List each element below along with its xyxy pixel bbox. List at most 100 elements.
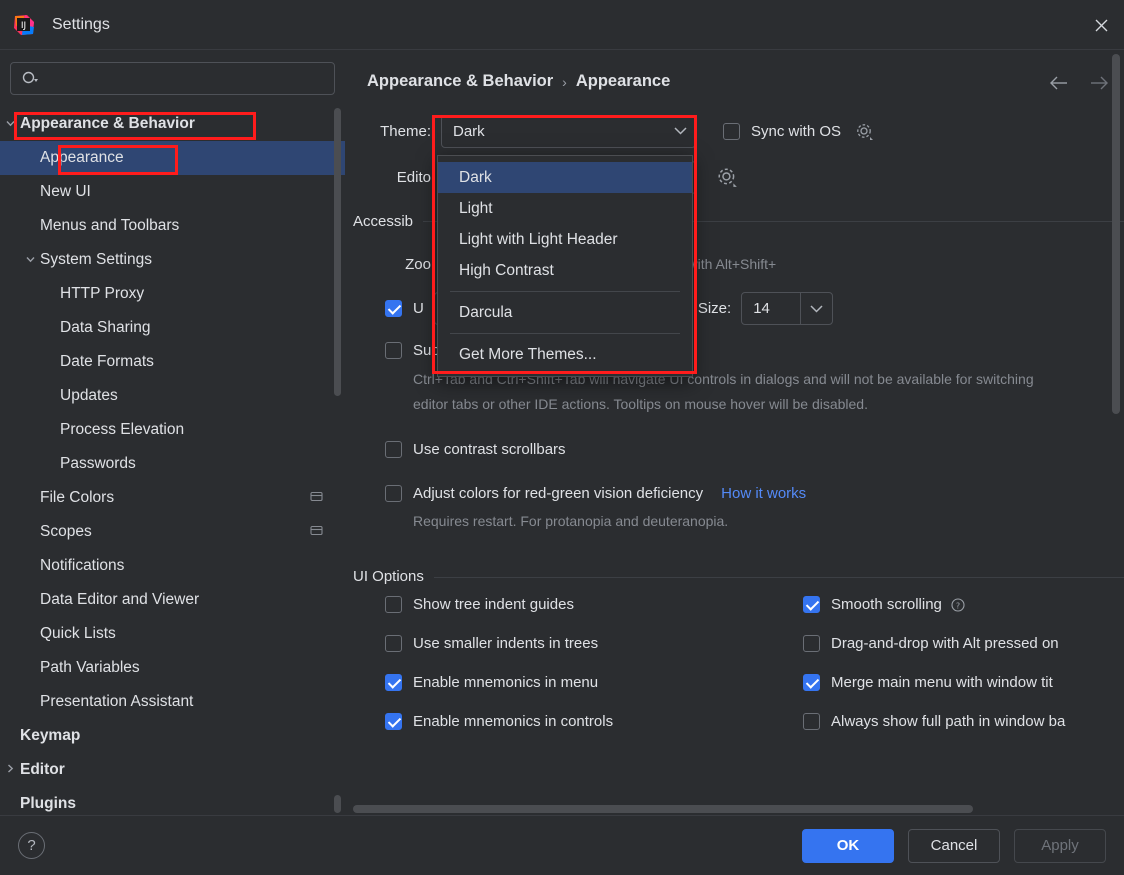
ui-option-always-show-full-path-in-window-ba[interactable]: Always show full path in window ba bbox=[803, 702, 1065, 741]
search-icon bbox=[21, 70, 39, 88]
title-bar: IJ Settings bbox=[0, 0, 1124, 50]
sidebar-item-http-proxy[interactable]: HTTP Proxy bbox=[0, 277, 345, 311]
ui-option-enable-mnemonics-in-menu[interactable]: Enable mnemonics in menu bbox=[385, 663, 613, 702]
ui-option-smooth-scrolling[interactable]: Smooth scrolling? bbox=[803, 585, 1065, 624]
sidebar-item-appearance[interactable]: Appearance bbox=[0, 141, 345, 175]
sidebar-item-file-colors[interactable]: File Colors bbox=[0, 481, 345, 515]
font-size-combobox[interactable]: 14 bbox=[741, 291, 834, 325]
ok-button[interactable]: OK bbox=[802, 828, 894, 863]
sidebar-scrollbar-thumb[interactable] bbox=[334, 108, 341, 396]
theme-option-high-contrast[interactable]: High Contrast bbox=[438, 255, 692, 286]
chevron-down-icon[interactable] bbox=[20, 254, 40, 266]
sidebar-item-label: Plugins bbox=[20, 795, 76, 812]
close-icon[interactable] bbox=[1078, 0, 1124, 50]
gear-icon[interactable] bbox=[855, 122, 874, 141]
arrow-right-icon[interactable] bbox=[1086, 70, 1112, 96]
sidebar-item-notifications[interactable]: Notifications bbox=[0, 549, 345, 583]
sidebar-item-passwords[interactable]: Passwords bbox=[0, 447, 345, 481]
theme-option-label: High Contrast bbox=[459, 261, 554, 279]
red-green-label: Adjust colors for red-green vision defic… bbox=[413, 485, 704, 502]
ui-option-checkbox[interactable] bbox=[385, 713, 402, 730]
sidebar-item-system-settings[interactable]: System Settings bbox=[0, 243, 345, 277]
search-input[interactable] bbox=[43, 70, 324, 87]
sidebar-item-date-formats[interactable]: Date Formats bbox=[0, 345, 345, 379]
sync-with-os-row[interactable]: Sync with OS bbox=[723, 122, 841, 140]
sidebar-item-label: Quick Lists bbox=[40, 625, 116, 642]
ui-option-checkbox[interactable] bbox=[803, 596, 820, 613]
sidebar-item-data-sharing[interactable]: Data Sharing bbox=[0, 311, 345, 345]
theme-combobox[interactable]: Dark bbox=[441, 114, 696, 148]
theme-option-light-with-light-header[interactable]: Light with Light Header bbox=[438, 224, 692, 255]
sidebar-item-path-variables[interactable]: Path Variables bbox=[0, 651, 345, 685]
apply-button[interactable]: Apply bbox=[1014, 828, 1106, 863]
help-icon[interactable]: ? bbox=[951, 597, 965, 612]
ui-option-enable-mnemonics-in-controls[interactable]: Enable mnemonics in controls bbox=[385, 702, 613, 741]
chevron-right-icon[interactable] bbox=[0, 764, 20, 776]
sidebar-item-updates[interactable]: Updates bbox=[0, 379, 345, 413]
settings-window: IJ Settings Appearance & Behavior Appear… bbox=[0, 0, 1124, 875]
dialog-footer: ? OK Cancel Apply bbox=[0, 815, 1124, 875]
content-horizontal-scrollbar-thumb[interactable] bbox=[353, 805, 973, 813]
project-scope-icon bbox=[310, 490, 323, 506]
sidebar-item-label: Editor bbox=[20, 761, 65, 778]
sidebar-item-new-ui[interactable]: New UI bbox=[0, 175, 345, 209]
theme-option-dark[interactable]: Dark bbox=[438, 162, 692, 193]
gear-icon[interactable] bbox=[716, 166, 738, 188]
ui-options-left-column: Show tree indent guides Use smaller inden… bbox=[385, 585, 613, 741]
sync-with-os-checkbox[interactable] bbox=[723, 122, 740, 140]
sidebar-item-scopes[interactable]: Scopes bbox=[0, 515, 345, 549]
help-icon[interactable]: ? bbox=[18, 832, 45, 859]
ui-option-checkbox[interactable] bbox=[385, 635, 402, 652]
red-green-description: Requires restart. For protanopia and deu… bbox=[413, 513, 729, 529]
arrow-left-icon[interactable] bbox=[1046, 70, 1072, 96]
theme-dropdown-popup: Dark Light Light with Light Header High Con… bbox=[437, 155, 693, 377]
custom-font-checkbox[interactable] bbox=[385, 299, 402, 317]
sidebar-item-menus-and-toolbars[interactable]: Menus and Toolbars bbox=[0, 209, 345, 243]
sidebar-item-label: File Colors bbox=[40, 489, 115, 506]
breadcrumb-parent[interactable]: Appearance & Behavior bbox=[367, 72, 553, 91]
chevron-down-icon[interactable] bbox=[0, 118, 20, 130]
breadcrumb: Appearance & Behavior › Appearance bbox=[367, 72, 670, 91]
contrast-scrollbars-checkbox[interactable] bbox=[385, 441, 402, 458]
theme-option-get-more-themes[interactable]: Get More Themes... bbox=[438, 339, 692, 370]
theme-option-label: Light with Light Header bbox=[459, 230, 618, 248]
chevron-down-icon[interactable] bbox=[800, 292, 832, 324]
ui-option-checkbox[interactable] bbox=[803, 635, 820, 652]
ui-option-checkbox[interactable] bbox=[385, 596, 402, 613]
ui-option-show-tree-indent-guides[interactable]: Show tree indent guides bbox=[385, 585, 613, 624]
ui-option-label: Merge main menu with window tit bbox=[831, 674, 1053, 691]
ui-option-merge-main-menu-with-window-tit[interactable]: Merge main menu with window tit bbox=[803, 663, 1065, 702]
sidebar-item-plugins[interactable]: Plugins bbox=[0, 787, 345, 815]
sidebar-scrollbar-thumb-lower[interactable] bbox=[334, 795, 341, 813]
sidebar-item-label: Notifications bbox=[40, 557, 125, 574]
ui-option-use-smaller-indents-in-trees[interactable]: Use smaller indents in trees bbox=[385, 624, 613, 663]
ui-options-title: UI Options bbox=[353, 568, 424, 585]
sidebar-item-label: Passwords bbox=[60, 455, 136, 472]
ui-option-label: Smooth scrolling bbox=[831, 596, 942, 613]
search-box[interactable] bbox=[10, 62, 335, 95]
theme-option-label: Light bbox=[459, 199, 493, 217]
ui-option-checkbox[interactable] bbox=[385, 674, 402, 691]
sidebar-item-presentation-assistant[interactable]: Presentation Assistant bbox=[0, 685, 345, 719]
theme-option-darcula[interactable]: Darcula bbox=[438, 297, 692, 328]
settings-tree: Appearance & Behavior Appearance New UI Men… bbox=[0, 107, 345, 815]
ui-option-checkbox[interactable] bbox=[803, 713, 820, 730]
sidebar-item-editor[interactable]: Editor bbox=[0, 753, 345, 787]
sidebar-item-label: Presentation Assistant bbox=[40, 693, 194, 710]
red-green-row: Adjust colors for red-green vision defic… bbox=[345, 474, 1124, 513]
sidebar-item-process-elevation[interactable]: Process Elevation bbox=[0, 413, 345, 447]
sidebar-item-label: HTTP Proxy bbox=[60, 285, 145, 302]
screen-readers-checkbox[interactable] bbox=[385, 342, 402, 359]
cancel-button[interactable]: Cancel bbox=[908, 828, 1000, 863]
sidebar-item-quick-lists[interactable]: Quick Lists bbox=[0, 617, 345, 651]
sidebar-item-data-editor-and-viewer[interactable]: Data Editor and Viewer bbox=[0, 583, 345, 617]
sidebar-item-appearance-behavior[interactable]: Appearance & Behavior bbox=[0, 107, 345, 141]
content-scrollbar-thumb[interactable] bbox=[1112, 54, 1120, 414]
breadcrumb-current: Appearance bbox=[575, 72, 671, 90]
red-green-checkbox[interactable] bbox=[385, 485, 402, 502]
ui-option-drag-and-drop-with-alt-pressed-on[interactable]: Drag-and-drop with Alt pressed on bbox=[803, 624, 1065, 663]
sidebar-item-keymap[interactable]: Keymap bbox=[0, 719, 345, 753]
how-it-works-link[interactable]: How it works bbox=[721, 485, 806, 502]
theme-option-light[interactable]: Light bbox=[438, 193, 692, 224]
ui-option-checkbox[interactable] bbox=[803, 674, 820, 691]
